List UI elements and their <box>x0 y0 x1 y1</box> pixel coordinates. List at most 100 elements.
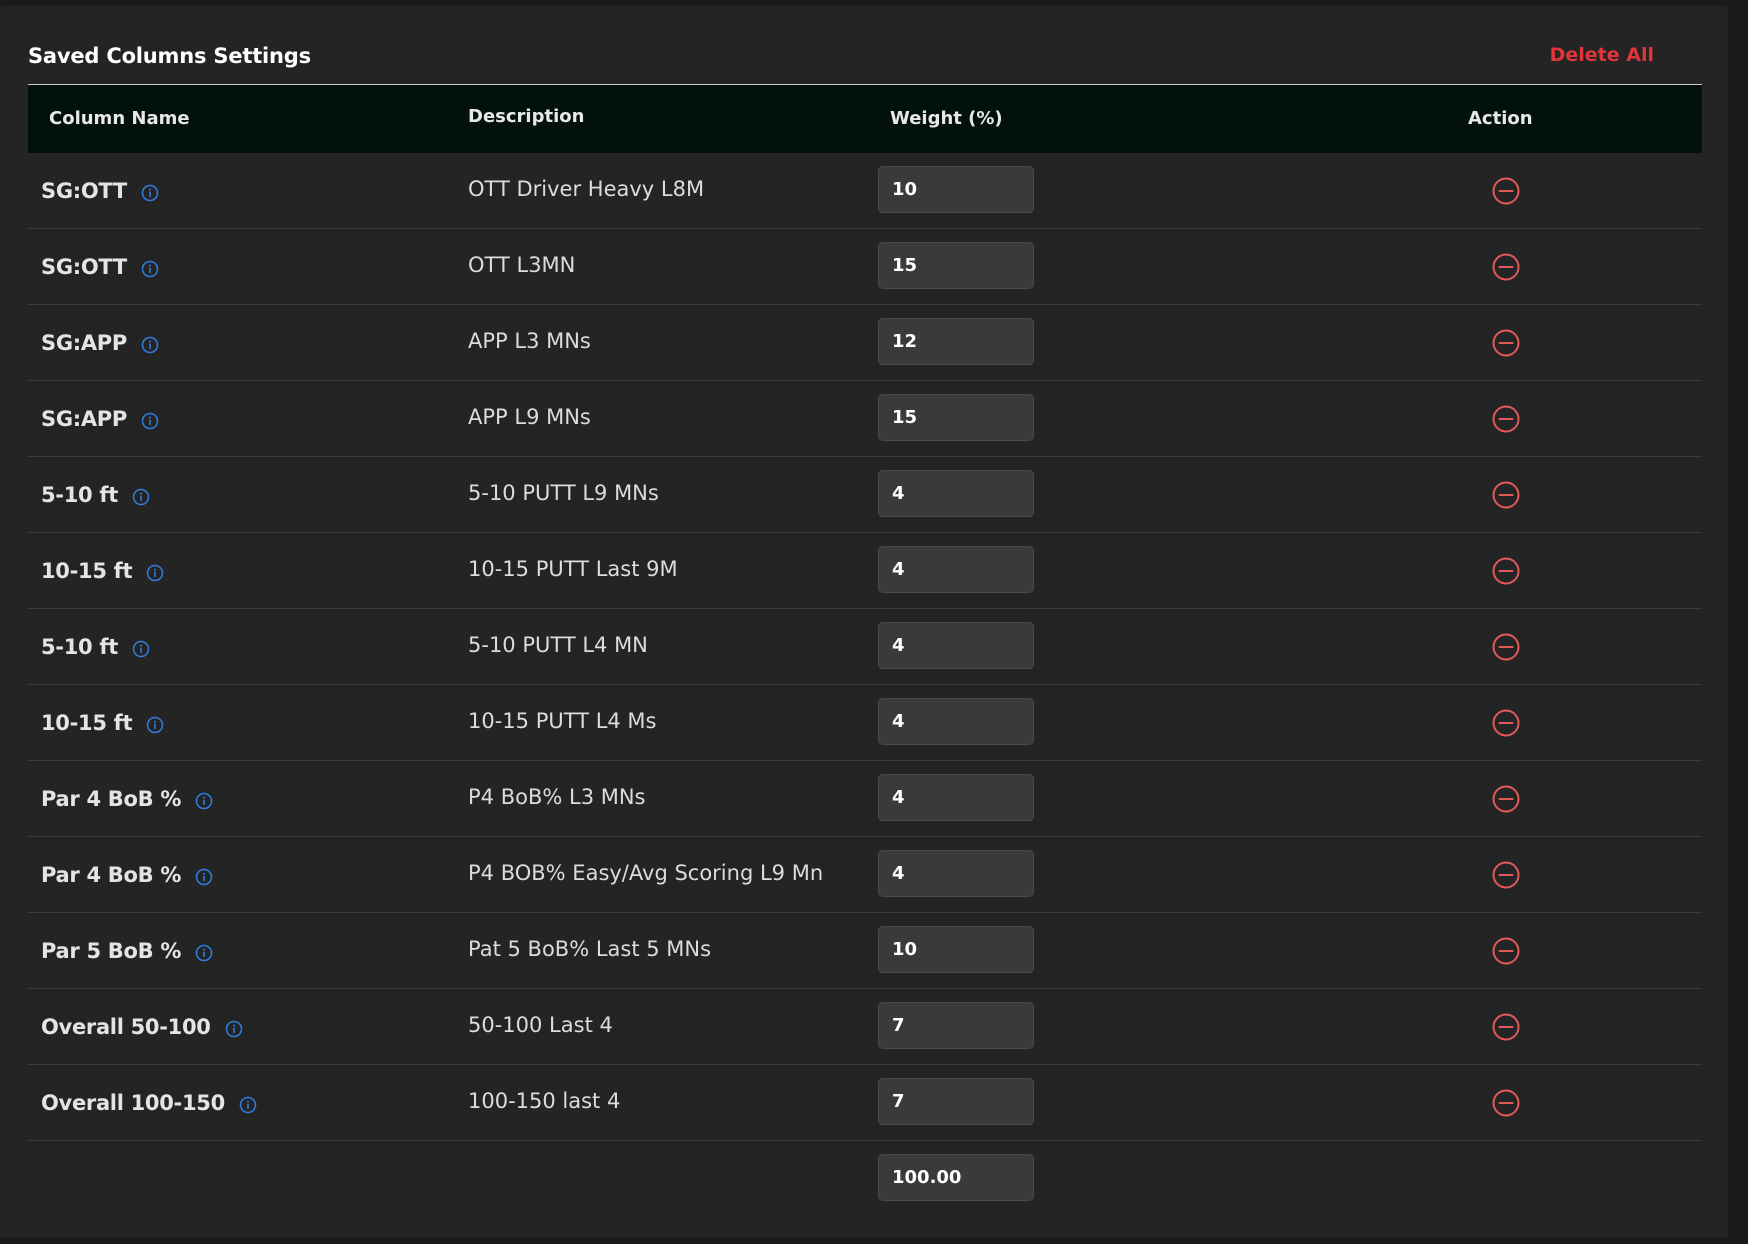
header-action: Action <box>1468 108 1533 129</box>
column-name: SG:APP <box>41 406 127 431</box>
description-cell: 50-100 Last 4 <box>468 1013 613 1037</box>
column-name-cell: 5-10 ft <box>41 457 150 532</box>
info-icon[interactable] <box>146 715 164 734</box>
weight-field[interactable] <box>878 1002 1034 1049</box>
column-name-cell: SG:APP <box>41 305 159 380</box>
minus-circle-icon <box>1492 633 1520 661</box>
description-cell: OTT Driver Heavy L8M <box>468 177 705 201</box>
table-header: Column Name Description Weight (%) Actio… <box>28 84 1702 153</box>
description-cell: 10-15 PUTT Last 9M <box>468 557 678 581</box>
weight-field[interactable] <box>878 394 1034 441</box>
remove-row-button[interactable] <box>1491 252 1521 282</box>
remove-row-button[interactable] <box>1491 1088 1521 1118</box>
column-name-cell: Par 5 BoB % <box>41 913 213 988</box>
remove-row-button[interactable] <box>1491 480 1521 510</box>
info-icon[interactable] <box>141 259 159 278</box>
column-name: Par 5 BoB % <box>41 938 182 963</box>
description-cell: 100-150 last 4 <box>468 1089 621 1113</box>
column-name: SG:OTT <box>41 254 127 279</box>
minus-circle-icon <box>1492 481 1520 509</box>
total-row <box>28 1141 1702 1221</box>
column-name-cell: Par 4 BoB % <box>41 761 213 836</box>
weight-field[interactable] <box>878 166 1034 213</box>
minus-circle-icon <box>1492 861 1520 889</box>
panel-title: Saved Columns Settings <box>28 44 311 68</box>
remove-row-button[interactable] <box>1491 632 1521 662</box>
minus-circle-icon <box>1492 937 1520 965</box>
weight-field[interactable] <box>878 850 1034 897</box>
weight-field[interactable] <box>878 698 1034 745</box>
info-icon[interactable] <box>146 563 164 582</box>
weight-field[interactable] <box>878 622 1034 669</box>
columns-table: Column Name Description Weight (%) Actio… <box>28 84 1702 1221</box>
weight-field[interactable] <box>878 1078 1034 1125</box>
remove-row-button[interactable] <box>1491 860 1521 890</box>
minus-circle-icon <box>1492 253 1520 281</box>
weight-field[interactable] <box>878 546 1034 593</box>
description-cell: P4 BoB% L3 MNs <box>468 785 646 809</box>
info-icon[interactable] <box>141 411 159 430</box>
remove-row-button[interactable] <box>1491 936 1521 966</box>
column-name: 10-15 ft <box>41 710 133 735</box>
header-weight: Weight (%) <box>890 108 1003 129</box>
table-row: SG:APP APP L9 MNs <box>28 381 1702 457</box>
column-name-cell: Overall 50-100 <box>41 989 243 1064</box>
description-cell: OTT L3MN <box>468 253 576 277</box>
description-cell: APP L3 MNs <box>468 329 591 353</box>
table-row: 5-10 ft 5-10 PUTT L9 MNs <box>28 457 1702 533</box>
table-row: 10-15 ft 10-15 PUTT L4 Ms <box>28 685 1702 761</box>
remove-row-button[interactable] <box>1491 556 1521 586</box>
weight-field[interactable] <box>878 470 1034 517</box>
table-row: 5-10 ft 5-10 PUTT L4 MN <box>28 609 1702 685</box>
delete-all-button[interactable]: Delete All <box>1550 44 1654 66</box>
minus-circle-icon <box>1492 177 1520 205</box>
description-cell: 5-10 PUTT L9 MNs <box>468 481 659 505</box>
weight-field[interactable] <box>878 774 1034 821</box>
column-name-cell: SG:OTT <box>41 229 159 304</box>
total-weight-field[interactable] <box>878 1154 1034 1201</box>
table-row: Overall 50-100 50-100 Last 4 <box>28 989 1702 1065</box>
remove-row-button[interactable] <box>1491 1012 1521 1042</box>
table-row: SG:APP APP L3 MNs <box>28 305 1702 381</box>
column-name: 10-15 ft <box>41 558 133 583</box>
table-row: 10-15 ft 10-15 PUTT Last 9M <box>28 533 1702 609</box>
weight-field[interactable] <box>878 318 1034 365</box>
column-name: Par 4 BoB % <box>41 862 182 887</box>
header-description: Description <box>468 106 585 127</box>
table-row: Overall 100-150 100-150 last 4 <box>28 1065 1702 1141</box>
table-row: SG:OTT OTT L3MN <box>28 229 1702 305</box>
saved-columns-panel: Saved Columns Settings Delete All Column… <box>0 6 1728 1238</box>
info-icon[interactable] <box>195 791 213 810</box>
column-name: 5-10 ft <box>41 634 118 659</box>
weight-field[interactable] <box>878 242 1034 289</box>
column-name: SG:APP <box>41 330 127 355</box>
column-name: Overall 50-100 <box>41 1014 211 1039</box>
description-cell: 5-10 PUTT L4 MN <box>468 633 648 657</box>
description-cell: 10-15 PUTT L4 Ms <box>468 709 657 733</box>
header-column-name: Column Name <box>49 108 190 129</box>
column-name-cell: 5-10 ft <box>41 609 150 684</box>
info-icon[interactable] <box>239 1095 257 1114</box>
info-icon[interactable] <box>132 487 150 506</box>
remove-row-button[interactable] <box>1491 708 1521 738</box>
minus-circle-icon <box>1492 1013 1520 1041</box>
column-name-cell: 10-15 ft <box>41 533 164 608</box>
minus-circle-icon <box>1492 405 1520 433</box>
info-icon[interactable] <box>225 1019 243 1038</box>
remove-row-button[interactable] <box>1491 784 1521 814</box>
remove-row-button[interactable] <box>1491 176 1521 206</box>
remove-row-button[interactable] <box>1491 328 1521 358</box>
description-cell: APP L9 MNs <box>468 405 591 429</box>
column-name-cell: Par 4 BoB % <box>41 837 213 912</box>
remove-row-button[interactable] <box>1491 404 1521 434</box>
weight-field[interactable] <box>878 926 1034 973</box>
info-icon[interactable] <box>132 639 150 658</box>
info-icon[interactable] <box>141 183 159 202</box>
info-icon[interactable] <box>195 943 213 962</box>
minus-circle-icon <box>1492 709 1520 737</box>
info-icon[interactable] <box>195 867 213 886</box>
panel-header: Saved Columns Settings Delete All <box>28 38 1702 74</box>
minus-circle-icon <box>1492 1089 1520 1117</box>
column-name: 5-10 ft <box>41 482 118 507</box>
info-icon[interactable] <box>141 335 159 354</box>
